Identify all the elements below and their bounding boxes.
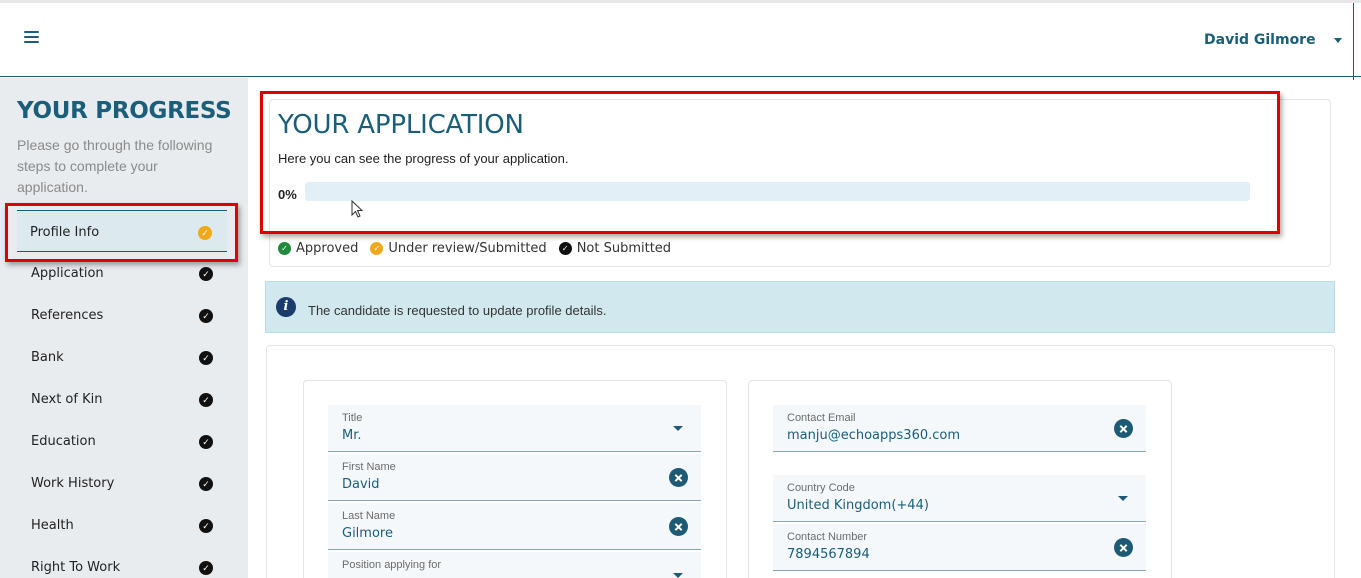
progress-percentage: 0%: [278, 187, 297, 202]
sidebar-item-references[interactable]: References ✓: [0, 294, 248, 336]
caret-down-icon[interactable]: [1118, 496, 1128, 501]
check-circle-icon: ✓: [199, 477, 213, 491]
field-value: 7894567894: [787, 547, 870, 562]
form-column-personal: Title Mr. First Name David Last Name Gil…: [303, 380, 727, 578]
sidebar-item-work-history[interactable]: Work History ✓: [0, 462, 248, 504]
sidebar-item-profile-info[interactable]: Profile Info ✓: [17, 210, 227, 252]
title-select[interactable]: Title Mr.: [328, 405, 701, 452]
sidebar-item-bank[interactable]: Bank ✓: [0, 336, 248, 378]
contact-email-field[interactable]: Contact Email manju@echoapps360.com: [773, 405, 1146, 452]
sidebar-item-label: Education: [31, 434, 96, 449]
caret-down-icon[interactable]: [673, 573, 683, 578]
alert-text: The candidate is requested to update pro…: [308, 303, 607, 318]
application-card: YOUR APPLICATION Here you can see the pr…: [269, 99, 1331, 267]
sidebar-title: YOUR PROGRESS: [17, 98, 232, 124]
field-label: Title: [342, 412, 363, 424]
field-value: Mr.: [342, 428, 362, 443]
sidebar-item-label: Bank: [31, 350, 64, 365]
clear-circle-icon[interactable]: [1114, 419, 1133, 438]
field-label: Last Name: [342, 510, 396, 522]
last-name-field[interactable]: Last Name Gilmore: [328, 503, 701, 550]
clear-circle-icon[interactable]: [669, 517, 688, 536]
contact-number-field[interactable]: Contact Number 7894567894: [773, 524, 1146, 571]
caret-down-icon: [1333, 38, 1342, 43]
sidebar-item-next-of-kin[interactable]: Next of Kin ✓: [0, 378, 248, 420]
application-title: YOUR APPLICATION: [278, 110, 524, 140]
field-label: Country Code: [787, 482, 855, 494]
clear-circle-icon[interactable]: [1114, 538, 1133, 557]
country-code-select[interactable]: Country Code United Kingdom(+44): [773, 475, 1146, 522]
check-circle-icon: ✓: [278, 242, 291, 255]
sidebar-item-label: Work History: [31, 476, 115, 491]
legend-label: Approved: [296, 241, 359, 256]
sidebar-item-label: Next of Kin: [31, 392, 103, 407]
steps-list: Profile Info ✓ Application ✓ References …: [0, 210, 248, 578]
user-menu-button[interactable]: David Gilmore: [1204, 32, 1342, 48]
legend-not-submitted: ✓ Not Submitted: [558, 241, 672, 256]
legend-label: Under review/Submitted: [388, 241, 547, 256]
main-content: YOUR APPLICATION Here you can see the pr…: [248, 78, 1353, 578]
field-label: First Name: [342, 461, 396, 473]
check-circle-icon: ✓: [370, 242, 384, 255]
field-value: Gilmore: [342, 526, 393, 541]
sidebar-item-label: Profile Info: [30, 225, 100, 240]
sidebar-item-health[interactable]: Health ✓: [0, 504, 248, 546]
field-label: Contact Number: [787, 531, 868, 543]
legend-under-review: ✓ Under review/Submitted: [370, 241, 547, 256]
hamburger-icon[interactable]: [24, 31, 40, 45]
legend-label: Not Submitted: [576, 241, 672, 256]
sidebar-item-right-to-work[interactable]: Right To Work ✓: [0, 546, 248, 578]
check-circle-icon: ✓: [199, 561, 213, 575]
field-label: Position applying for: [342, 559, 442, 571]
sidebar-item-label: Application: [31, 266, 104, 281]
form-column-contact: Contact Email manju@echoapps360.com Coun…: [748, 380, 1172, 578]
progress-sidebar: YOUR PROGRESS Please go through the foll…: [0, 78, 248, 578]
info-circle-icon: i: [276, 297, 296, 317]
progress-bar: [305, 182, 1250, 201]
info-alert: i The candidate is requested to update p…: [265, 281, 1335, 333]
position-select[interactable]: Position applying for: [328, 552, 701, 578]
check-circle-icon: ✓: [558, 242, 572, 255]
check-circle-icon: ✓: [199, 351, 213, 365]
application-subtitle: Here you can see the progress of your ap…: [278, 151, 569, 166]
legend-approved: ✓ Approved: [278, 241, 358, 256]
sidebar-item-label: Health: [31, 518, 74, 533]
profile-form-card: Title Mr. First Name David Last Name Gil…: [266, 345, 1335, 578]
first-name-field[interactable]: First Name David: [328, 454, 701, 501]
top-header: David Gilmore: [0, 0, 1361, 80]
status-legend: ✓ Approved ✓ Under review/Submitted ✓ No…: [278, 241, 683, 256]
caret-down-icon[interactable]: [673, 426, 683, 431]
sidebar-item-label: Right To Work: [31, 560, 121, 575]
clear-circle-icon[interactable]: [669, 468, 688, 487]
sidebar-description: Please go through the following steps to…: [17, 137, 213, 195]
field-label: Contact Email: [787, 412, 856, 424]
check-circle-icon: ✓: [199, 519, 213, 533]
sidebar-item-label: References: [31, 308, 104, 323]
sidebar-item-education[interactable]: Education ✓: [0, 420, 248, 462]
check-circle-icon: ✓: [199, 309, 213, 323]
check-circle-icon: ✓: [199, 435, 213, 449]
check-circle-icon: ✓: [198, 226, 212, 240]
user-name: David Gilmore: [1204, 32, 1316, 48]
field-value: manju@echoapps360.com: [787, 428, 961, 443]
check-circle-icon: ✓: [199, 267, 213, 281]
field-value: United Kingdom(+44): [787, 498, 929, 513]
field-value: David: [342, 477, 380, 492]
check-circle-icon: ✓: [199, 393, 213, 407]
sidebar-item-application[interactable]: Application ✓: [0, 252, 248, 294]
scrollbar-edge: [1353, 3, 1354, 80]
